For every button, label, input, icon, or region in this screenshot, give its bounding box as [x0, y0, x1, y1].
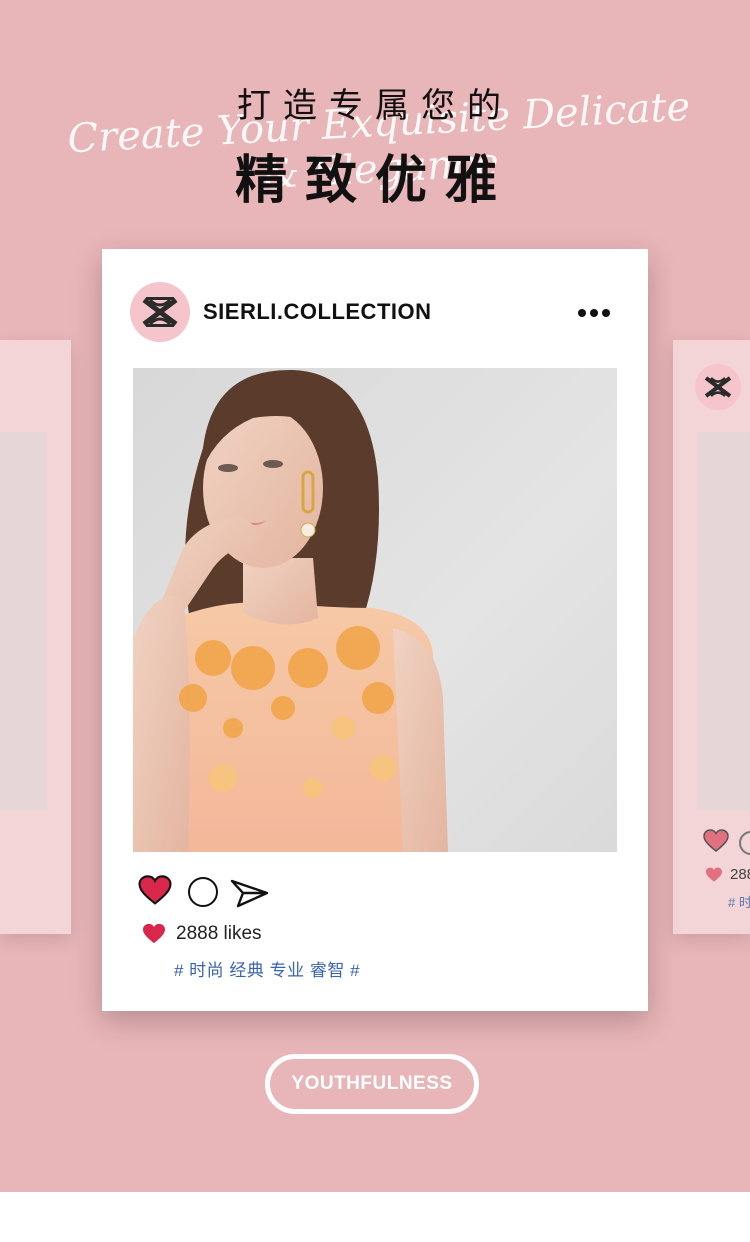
- post-photo[interactable]: [133, 368, 617, 852]
- sierli-logo-icon: [695, 364, 741, 410]
- headline-line-2: 精致优雅: [234, 151, 515, 211]
- side-card-left[interactable]: [0, 340, 71, 934]
- side-hashtags: # 时: [728, 895, 750, 910]
- heart-icon[interactable]: [138, 875, 172, 906]
- youthfulness-button[interactable]: YOUTHFULNESS: [265, 1054, 479, 1114]
- likes-heart-icon: [706, 867, 722, 882]
- post-card: SIERLI.COLLECTION 2888 likes # 时尚 经典 专业 …: [102, 249, 648, 1011]
- model-photo-illustration: [133, 369, 448, 852]
- headline-line-1: 打造专属您的: [237, 86, 513, 126]
- side-likes-count: 288: [730, 866, 750, 883]
- side-card-left-photo: [0, 432, 47, 810]
- likes-heart-icon: [143, 923, 165, 944]
- likes-count[interactable]: 2888 likes: [176, 923, 262, 945]
- heart-icon[interactable]: [703, 829, 729, 853]
- comment-icon[interactable]: [739, 831, 750, 855]
- post-hashtags[interactable]: # 时尚 经典 专业 睿智 #: [174, 956, 360, 981]
- side-card-right[interactable]: 288 # 时: [673, 340, 750, 934]
- more-dots-icon[interactable]: [574, 301, 614, 323]
- side-card-right-photo: [697, 432, 750, 810]
- comment-icon[interactable]: [188, 877, 218, 907]
- sierli-logo-icon[interactable]: [130, 282, 190, 342]
- post-username[interactable]: SIERLI.COLLECTION: [203, 299, 432, 325]
- share-icon[interactable]: [230, 877, 270, 909]
